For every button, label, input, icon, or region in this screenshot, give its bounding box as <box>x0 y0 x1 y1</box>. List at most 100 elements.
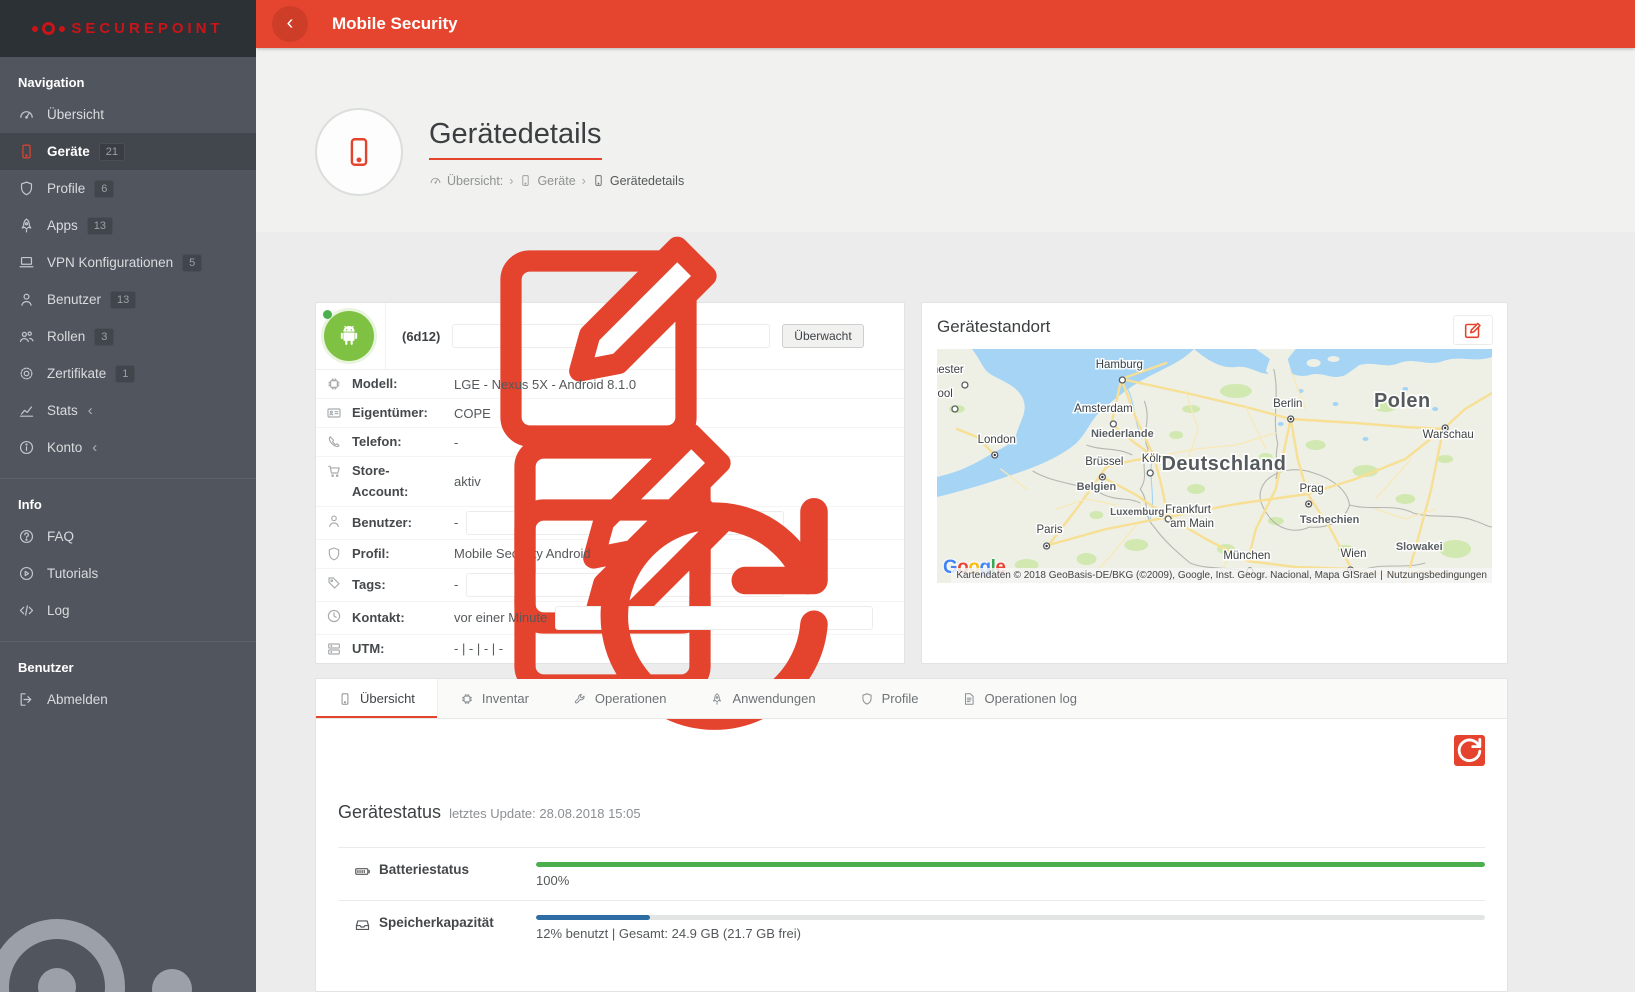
sidebar-item-zertifikate[interactable]: Zertifikate1 <box>0 355 256 392</box>
sidebar-item-konto[interactable]: Konto‹ <box>0 429 256 466</box>
sidebar-item-badge: 21 <box>99 143 125 161</box>
svg-text:Belgien: Belgien <box>1077 481 1117 493</box>
sidebar-item-profile[interactable]: Profile6 <box>0 170 256 207</box>
sidebar-item-faq[interactable]: FAQ <box>0 518 256 555</box>
file-icon <box>962 692 976 706</box>
sidebar-item-tutorials[interactable]: Tutorials <box>0 555 256 592</box>
phone-icon <box>338 692 352 706</box>
sidebar-section-title: Benutzer <box>0 642 256 681</box>
device-location-card: Gerätestandort chesterpoolHamburgBerlinP… <box>921 302 1508 664</box>
svg-text:Warschau: Warschau <box>1423 429 1474 441</box>
tab-übersicht[interactable]: Übersicht <box>316 679 438 718</box>
phone-icon <box>342 135 376 169</box>
edit-pencil-icon <box>1462 319 1484 341</box>
progress-track <box>536 862 1485 867</box>
rocket-icon <box>710 692 724 706</box>
svg-text:pool: pool <box>937 388 953 400</box>
device-info-label: Modell: <box>352 374 440 394</box>
tab-operationen-log[interactable]: Operationen log <box>940 679 1099 718</box>
sidebar-item-abmelden[interactable]: Abmelden <box>0 681 256 718</box>
status-label: Batteriestatus <box>338 854 536 888</box>
chart-icon <box>18 402 35 419</box>
tag-icon <box>326 575 342 591</box>
map-attribution-separator: | <box>1380 570 1383 581</box>
map[interactable]: chesterpoolHamburgBerlinPolenAmsterdamNi… <box>937 349 1492 583</box>
edit-location-button[interactable] <box>1453 315 1493 345</box>
battery-icon <box>354 863 371 880</box>
topbar: ‹ Mobile Security <box>256 0 1635 48</box>
svg-text:London: London <box>978 434 1016 446</box>
sidebar-item-label: Rollen <box>47 329 85 344</box>
device-info-label: Benutzer: <box>352 513 440 533</box>
svg-text:chester: chester <box>937 364 964 376</box>
map-canvas: chesterpoolHamburgBerlinPolenAmsterdamNi… <box>937 349 1492 583</box>
status-bar-cell: 100% <box>536 854 1485 888</box>
refresh-icon <box>1454 735 1485 766</box>
sidebar-item-badge: 13 <box>110 291 136 309</box>
play-icon <box>18 565 35 582</box>
laptop-icon <box>18 254 35 271</box>
sidebar-item-übersicht[interactable]: Übersicht <box>0 96 256 133</box>
back-button[interactable]: ‹ <box>272 6 308 42</box>
user-icon <box>326 513 342 529</box>
monitored-badge[interactable]: Überwacht <box>782 324 863 348</box>
tab-inventar[interactable]: Inventar <box>438 679 551 718</box>
sidebar-item-label: Stats <box>47 403 78 418</box>
shield-icon <box>18 180 35 197</box>
securepoint-watermark-icon <box>0 852 230 992</box>
sidebar-item-apps[interactable]: Apps13 <box>0 207 256 244</box>
tab-label: Profile <box>882 691 919 706</box>
chevron-left-icon: ‹ <box>287 12 294 35</box>
idcard-icon <box>326 405 342 421</box>
sidebar-item-benutzer[interactable]: Benutzer13 <box>0 281 256 318</box>
status-row-batteriestatus: Batteriestatus100% <box>338 847 1485 900</box>
sidebar-item-rollen[interactable]: Rollen 3 <box>0 318 256 355</box>
users-icon <box>18 328 35 345</box>
tab-profile[interactable]: Profile <box>838 679 941 718</box>
sidebar-item-badge: 3 <box>94 328 114 346</box>
sidebar-item-vpn-konfigurationen[interactable]: VPN Konfigurationen5 <box>0 244 256 281</box>
status-label: Speicherkapazität <box>338 907 536 941</box>
tab-anwendungen[interactable]: Anwendungen <box>688 679 837 718</box>
sidebar-item-log[interactable]: Log <box>0 592 256 629</box>
device-avatar-cell <box>316 303 386 369</box>
tab-operationen[interactable]: Operationen <box>551 679 689 718</box>
svg-text:Brüssel: Brüssel <box>1085 456 1123 468</box>
sidebar-item-label: Übersicht <box>47 107 104 122</box>
device-info-label: Store-Account: <box>352 461 440 501</box>
tab-label: Anwendungen <box>732 691 815 706</box>
main-area: ‹ Mobile Security Gerätedetails Übersich… <box>256 0 1635 992</box>
device-info-label: Tags: <box>352 575 440 595</box>
content: (6d12) Überwacht Modell:LGE - Nexus 5X -… <box>256 232 1635 992</box>
certificate-icon <box>18 365 35 382</box>
gauge-icon <box>18 106 35 123</box>
sidebar-item-stats[interactable]: Stats‹ <box>0 392 256 429</box>
device-info-value-text: - | - | - | - <box>454 641 503 656</box>
map-terms-link[interactable]: Nutzungsbedingungen <box>1387 570 1487 581</box>
online-status-dot <box>323 310 332 319</box>
device-info-value: - <box>440 435 458 450</box>
cart-icon <box>326 463 342 479</box>
device-info-row-kontakt-: Kontakt:vor einer Minute <box>316 601 904 634</box>
refresh-status-button[interactable] <box>1454 735 1485 766</box>
code-icon <box>18 602 35 619</box>
sidebar-section-title: Info <box>0 479 256 518</box>
svg-text:Hamburg: Hamburg <box>1096 359 1143 371</box>
page-avatar <box>315 108 403 196</box>
svg-text:Frankfurt: Frankfurt <box>1165 504 1212 516</box>
sidebar-item-label: Tutorials <box>47 566 98 581</box>
svg-text:am Main: am Main <box>1170 518 1214 530</box>
android-robot-icon <box>335 322 363 350</box>
wrench-icon <box>573 692 587 706</box>
rocket-icon <box>18 217 35 234</box>
svg-text:Wien: Wien <box>1340 548 1366 560</box>
sidebar: SECUREPOINT NavigationÜbersichtGeräte21P… <box>0 0 256 992</box>
shield-icon <box>326 546 342 562</box>
disk-icon <box>354 916 371 933</box>
sidebar-nav: NavigationÜbersichtGeräte21Profile6Apps1… <box>0 57 256 726</box>
device-info-value-text: - <box>454 577 458 592</box>
refresh-kontakt--button[interactable] <box>555 606 873 630</box>
sidebar-item-geräte[interactable]: Geräte21 <box>0 133 256 170</box>
edit-device-name-button[interactable] <box>452 324 770 348</box>
gauge-icon <box>429 174 442 187</box>
